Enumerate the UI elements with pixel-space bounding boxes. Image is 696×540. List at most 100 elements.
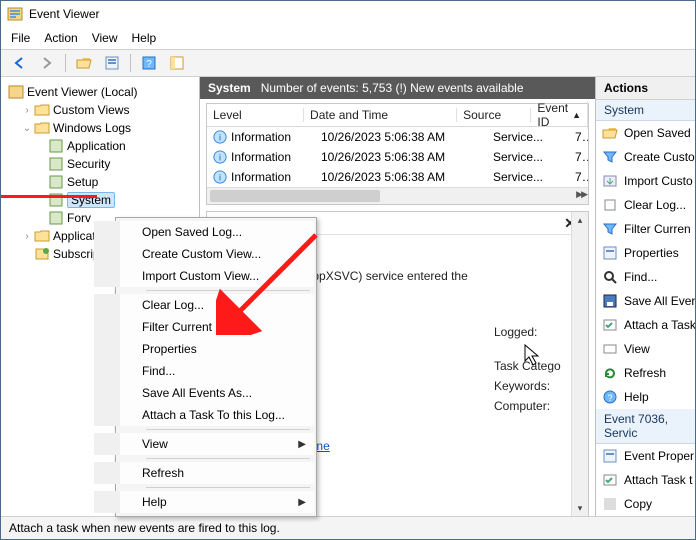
window-title: Event Viewer [29,7,99,21]
action-item[interactable]: Copy [596,492,695,516]
back-button[interactable] [7,51,31,75]
tree-item-system[interactable]: System [7,191,197,209]
detail-logged-label: Logged: [494,325,574,353]
detail-task-label: Task Catego [494,359,574,373]
log-header-name: System [208,81,251,95]
tree-item-security[interactable]: Security [7,155,197,173]
log-header: System Number of events: 5,753 (!) New e… [200,77,595,99]
svg-text:?: ? [607,393,612,403]
action-item[interactable]: Attach Task t [596,468,695,492]
svg-text:i: i [219,173,221,183]
tree-label: Forv [67,211,91,225]
save-icon [602,293,618,309]
tree-root[interactable]: Event Viewer (Local) [7,83,197,101]
folder-open-icon [76,55,92,71]
ctx-view-submenu[interactable]: View▶ [94,433,314,455]
help-icon: ? [602,389,618,405]
ctx-find[interactable]: Find... [94,360,314,382]
ctx-import-custom-view[interactable]: Import Custom View... [94,265,314,287]
refresh-icon [602,365,618,381]
import-icon [602,173,618,189]
ctx-refresh[interactable]: Refresh [94,462,314,484]
log-icon [48,156,64,172]
subscriptions-icon [34,246,50,262]
arrow-right-icon [39,55,55,71]
panel-icon [169,55,185,71]
chevron-right-icon: ▶ [298,497,306,508]
tree-custom-views[interactable]: ›Custom Views [7,101,197,119]
tree-root-label: Event Viewer (Local) [27,85,138,99]
action-item[interactable]: Open Saved [596,121,695,145]
table-row[interactable]: iInformation10/26/2023 5:06:38 AMService… [207,147,588,167]
folder-icon [34,120,50,136]
action-item[interactable]: Filter Curren [596,217,695,241]
tree-item-setup[interactable]: Setup [7,173,197,191]
actions-section-system: System [596,100,695,121]
grid-hscrollbar[interactable]: ▶▶ [207,187,588,204]
help-button[interactable]: ? [137,51,161,75]
find-icon [602,269,618,285]
log-icon [48,210,64,226]
help-icon: ? [141,55,157,71]
tree-label: Subscrip [53,247,100,261]
ctx-help-submenu[interactable]: Help▶ [94,491,314,513]
tree-windows-logs[interactable]: ⌄Windows Logs [7,119,197,137]
svg-text:i: i [219,153,221,163]
ctx-attach-task[interactable]: Attach a Task To this Log... [94,404,314,426]
tree-label: Security [67,157,110,171]
ctx-create-custom-view[interactable]: Create Custom View... [94,243,314,265]
action-item[interactable]: ?Help [596,385,695,409]
table-row[interactable]: iInformation10/26/2023 5:06:38 AMService… [207,127,588,147]
arrow-left-icon [11,55,27,71]
action-item[interactable]: View [596,337,695,361]
menu-view[interactable]: View [92,31,118,45]
ctx-open-saved-log[interactable]: Open Saved Log... [94,221,314,243]
detail-computer-label: Computer: [494,399,574,413]
action-item[interactable]: Attach a Task [596,313,695,337]
status-text: Attach a task when new events are fired … [9,521,280,535]
app-icon [8,84,24,100]
folder-icon [34,228,50,244]
action-item[interactable]: Import Custo [596,169,695,193]
table-row[interactable]: iInformation10/26/2023 5:06:38 AMService… [207,167,588,187]
copy-icon [602,496,618,512]
ctx-save-all-events[interactable]: Save All Events As... [94,382,314,404]
action-item[interactable]: Create Custo [596,145,695,169]
toolbar: ? [1,50,695,77]
col-eventid[interactable]: Event ID▲ [531,101,588,129]
menu-file[interactable]: File [11,31,30,45]
grid-header: Level Date and Time Source Event ID▲ [207,104,588,127]
col-datetime[interactable]: Date and Time [304,108,457,122]
col-level[interactable]: Level [207,108,304,122]
extra-button[interactable] [165,51,189,75]
ctx-properties[interactable]: Properties [94,338,314,360]
menu-action[interactable]: Action [44,31,77,45]
action-item[interactable]: Clear Log... [596,193,695,217]
menu-help[interactable]: Help [132,31,157,45]
tree-item-application[interactable]: Application [7,137,197,155]
open-folder-button[interactable] [72,51,96,75]
tree-label: Applicat [53,229,96,243]
tree-label: Custom Views [53,103,129,117]
funnel-icon [602,221,618,237]
action-item[interactable]: Event Proper [596,444,695,468]
action-item[interactable]: Find... [596,265,695,289]
ctx-clear-log[interactable]: Clear Log... [94,294,314,316]
svg-text:?: ? [146,59,152,70]
action-item[interactable]: Save All Ever [596,289,695,313]
col-source[interactable]: Source [457,108,531,122]
log-icon [48,138,64,154]
svg-text:i: i [219,133,221,143]
properties-button[interactable] [100,51,124,75]
tree-label: Setup [67,175,98,189]
action-item[interactable]: Properties [596,241,695,265]
info-icon: i [213,170,227,184]
chevron-up-icon: ▲ [572,110,581,120]
action-item[interactable]: Refresh [596,361,695,385]
app-icon [7,6,23,22]
forward-button[interactable] [35,51,59,75]
chevron-right-icon: ▶ [298,439,306,450]
task-icon [602,472,618,488]
ctx-filter-current-log[interactable]: Filter Current Log... [94,316,314,338]
properties-icon [602,245,618,261]
